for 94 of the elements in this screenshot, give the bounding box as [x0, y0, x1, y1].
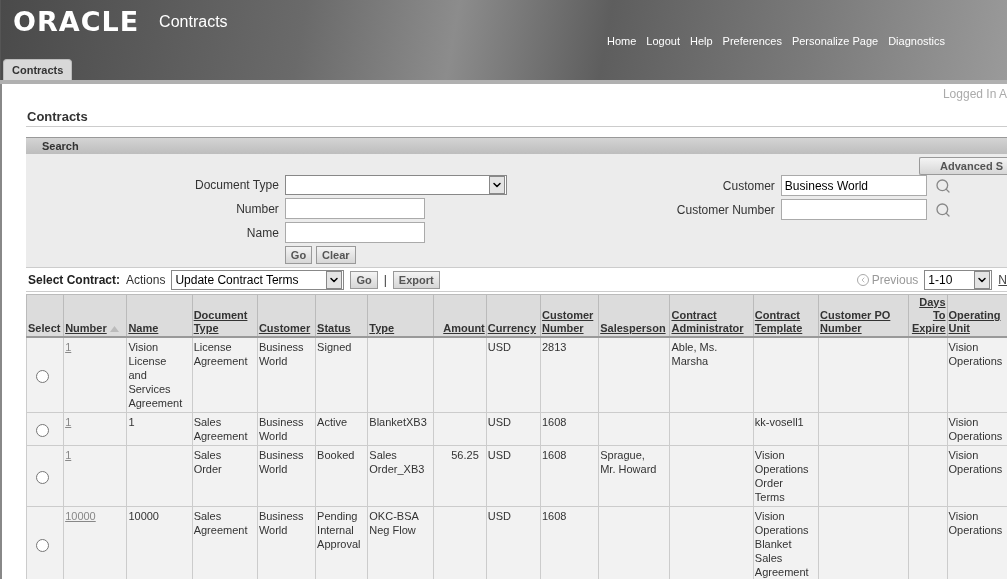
advanced-search-button[interactable]: Advanced S — [919, 157, 1007, 175]
table-cell: License Agreement — [192, 337, 258, 413]
table-cell: Business World — [257, 412, 316, 446]
actions-label: Actions — [126, 272, 166, 287]
radio-button[interactable] — [35, 538, 49, 552]
page-title: Contracts — [26, 101, 1007, 127]
global-link[interactable]: Help — [689, 35, 713, 47]
table-cell: Sales Order — [192, 445, 258, 507]
table-cell: Vision License and Services Agreement — [126, 337, 193, 413]
column-header-link[interactable]: Type — [369, 322, 395, 335]
table-cell: Vision Operations — [947, 412, 1007, 446]
column-header-link[interactable]: Amount — [443, 322, 485, 335]
document-type-select[interactable] — [284, 175, 507, 195]
column-header-link[interactable]: Operating Unit — [948, 309, 1007, 335]
column-header-link[interactable]: Currency — [487, 322, 537, 335]
radio-button[interactable] — [35, 470, 49, 484]
column-header-link[interactable]: Name — [128, 322, 159, 335]
field-label: Document Type — [195, 178, 279, 192]
input-field[interactable] — [284, 198, 425, 219]
column-header-link[interactable]: Customer Number — [541, 309, 598, 335]
table-cell — [433, 412, 487, 446]
table-cell: Vision Operations Order Terms — [753, 445, 819, 507]
search-action-button[interactable]: Clear — [316, 246, 356, 264]
table-cell: BlanketXB3 — [367, 412, 434, 446]
input-field[interactable]: Business World — [780, 175, 927, 196]
table-cell: Pending Internal Approval — [315, 506, 368, 579]
table-cell: Sales Agreement — [192, 506, 258, 579]
column-header-link[interactable]: Status — [317, 322, 351, 335]
table-cell: USD — [486, 412, 541, 446]
column-header-link[interactable]: Contract Administrator — [671, 309, 752, 335]
global-link[interactable]: Home — [606, 35, 637, 47]
table-cell: Vision Operations — [947, 337, 1007, 413]
field-label: Customer — [721, 178, 775, 193]
table-cell: 1608 — [540, 412, 599, 446]
column-header: Select — [28, 322, 61, 334]
search-action-button[interactable]: Go — [284, 246, 313, 264]
input-field[interactable] — [780, 199, 927, 220]
table-cell — [598, 412, 670, 446]
table-cell: 2813 — [540, 337, 599, 413]
table-cell: Booked — [315, 445, 368, 507]
search-icon[interactable] — [934, 177, 951, 194]
radio-button[interactable] — [35, 423, 49, 437]
table-cell: Business World — [257, 506, 316, 579]
table-cell — [908, 445, 948, 507]
export-button[interactable]: Export — [392, 270, 440, 289]
input-field[interactable] — [284, 222, 425, 243]
table-cell: 1608 — [540, 445, 599, 507]
table-cell: Vision Operations — [947, 506, 1007, 579]
table-cell: Able, Ms. Marsha — [669, 337, 754, 413]
sort-ascending-icon — [109, 326, 119, 332]
table-cell: Signed — [315, 337, 368, 413]
table-cell: 1 — [126, 412, 193, 446]
logo: ORACLE — [13, 8, 140, 36]
search-icon[interactable] — [934, 201, 951, 218]
field-label: Name — [245, 225, 279, 240]
global-link[interactable]: Logout — [646, 35, 680, 47]
column-header-link[interactable]: Days To Expire — [910, 296, 946, 335]
field-label: Customer Number — [676, 202, 775, 217]
tab[interactable]: Contracts — [3, 59, 73, 80]
global-link[interactable]: Preferences — [722, 35, 782, 47]
select-contract-label: Select Contract: — [28, 272, 121, 287]
radio-button[interactable] — [35, 369, 49, 383]
column-header-link[interactable]: Document Type — [193, 309, 256, 335]
separator: | — [383, 272, 387, 287]
table-cell: USD — [486, 337, 541, 413]
field-label: Number — [235, 201, 279, 216]
table-cell: 56.25 — [433, 445, 487, 507]
go-button[interactable]: Go — [350, 270, 378, 289]
table-cell: USD — [486, 445, 541, 507]
range-select[interactable]: 1-10 — [924, 269, 993, 290]
global-link[interactable]: Personalize Page — [791, 35, 879, 47]
column-header-link[interactable]: Number — [65, 322, 107, 335]
table-cell: USD — [486, 506, 541, 579]
column-header-link[interactable]: Customer PO Number — [820, 309, 908, 335]
table-cell: Sales Order_XB3 — [367, 445, 434, 507]
table-cell: Business World — [257, 337, 316, 413]
table-cell: 1608 — [540, 506, 599, 579]
table-cell: Sprague, Mr. Howard — [598, 445, 670, 507]
table-cell: Vision Operations — [947, 445, 1007, 507]
table-cell: Sales Agreement — [192, 412, 258, 446]
actions-select[interactable]: Update Contract Terms — [171, 269, 345, 290]
logged-in-text: Logged In A — [941, 86, 1007, 101]
table-cell: Active — [315, 412, 368, 446]
next-link[interactable]: N — [998, 272, 1007, 287]
column-header-link[interactable]: Salesperson — [600, 322, 666, 335]
table-cell: OKC-BSA Neg Flow — [367, 506, 434, 579]
search-header: Search — [26, 137, 1007, 154]
app-title: Contracts — [159, 12, 228, 32]
table-cell: kk-vosell1 — [753, 412, 819, 446]
column-header-link[interactable]: Customer — [258, 322, 311, 335]
column-header-link[interactable]: Contract Template — [754, 309, 818, 335]
table-cell: Vision Operations Blanket Sales Agreement — [753, 506, 819, 579]
table-cell: 10000 — [126, 506, 193, 579]
table-cell: Business World — [257, 445, 316, 507]
